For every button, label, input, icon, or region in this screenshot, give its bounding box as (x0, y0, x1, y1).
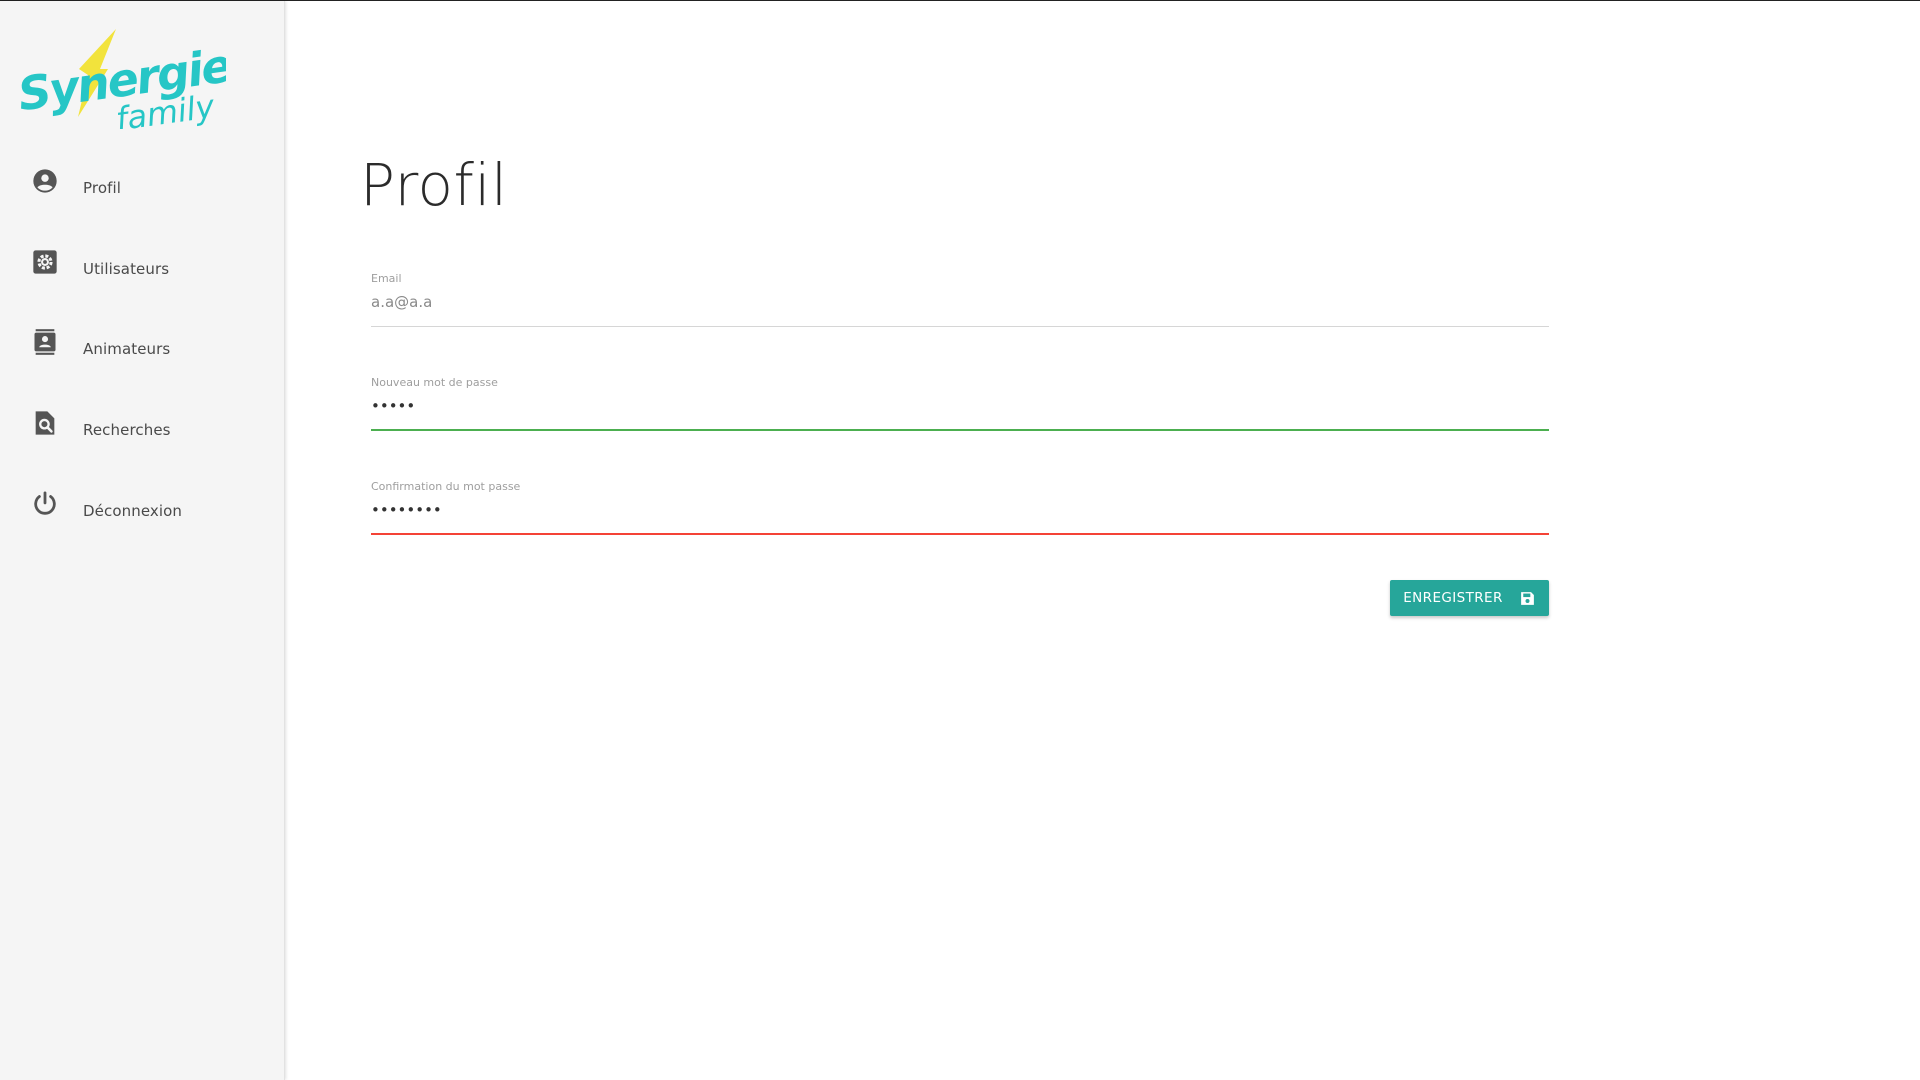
confirm-password-label: Confirmation du mot passe (371, 480, 521, 493)
email-field[interactable] (371, 292, 1549, 312)
new-password-field-container: Nouveau mot de passe (371, 376, 1549, 436)
email-label: Email (371, 272, 402, 285)
sidebar-item-profil[interactable]: Profil (0, 157, 284, 237)
new-password-underline (371, 429, 1549, 431)
power-icon (34, 491, 56, 515)
gear-icon (33, 250, 57, 274)
sidebar-item-label: Recherches (83, 421, 171, 439)
main-content: Profil Email Nouveau mot de passe Confir… (285, 1, 1920, 1080)
email-underline (371, 326, 1549, 327)
account-circle-icon (33, 169, 57, 193)
save-button[interactable]: ENREGISTRER (1390, 580, 1549, 616)
page-title: Profil (360, 151, 508, 219)
sidebar-item-label: Utilisateurs (83, 260, 170, 278)
save-button-label: ENREGISTRER (1403, 590, 1503, 606)
email-field-container: Email (371, 272, 1549, 332)
save-icon (1520, 591, 1534, 605)
sidebar-item-label: Animateurs (83, 340, 171, 358)
confirm-password-field[interactable] (371, 500, 1549, 520)
confirm-password-underline (371, 533, 1549, 535)
sidebar-item-animateurs[interactable]: Animateurs (0, 318, 284, 398)
sidebar-item-label: Profil (83, 179, 122, 197)
contact-card-icon (34, 329, 56, 355)
document-search-icon (35, 411, 55, 435)
new-password-field[interactable] (371, 396, 1549, 416)
confirm-password-field-container: Confirmation du mot passe (371, 480, 1549, 540)
sidebar: Synergie family Profil Utilisateurs Anim… (0, 1, 285, 1080)
sidebar-item-utilisateurs[interactable]: Utilisateurs (0, 238, 284, 318)
sidebar-item-recherches[interactable]: Recherches (0, 399, 284, 479)
sidebar-item-deconnexion[interactable]: Déconnexion (0, 480, 284, 560)
sidebar-item-label: Déconnexion (83, 502, 183, 520)
synergie-family-logo: Synergie family (16, 29, 226, 129)
new-password-label: Nouveau mot de passe (371, 376, 498, 389)
